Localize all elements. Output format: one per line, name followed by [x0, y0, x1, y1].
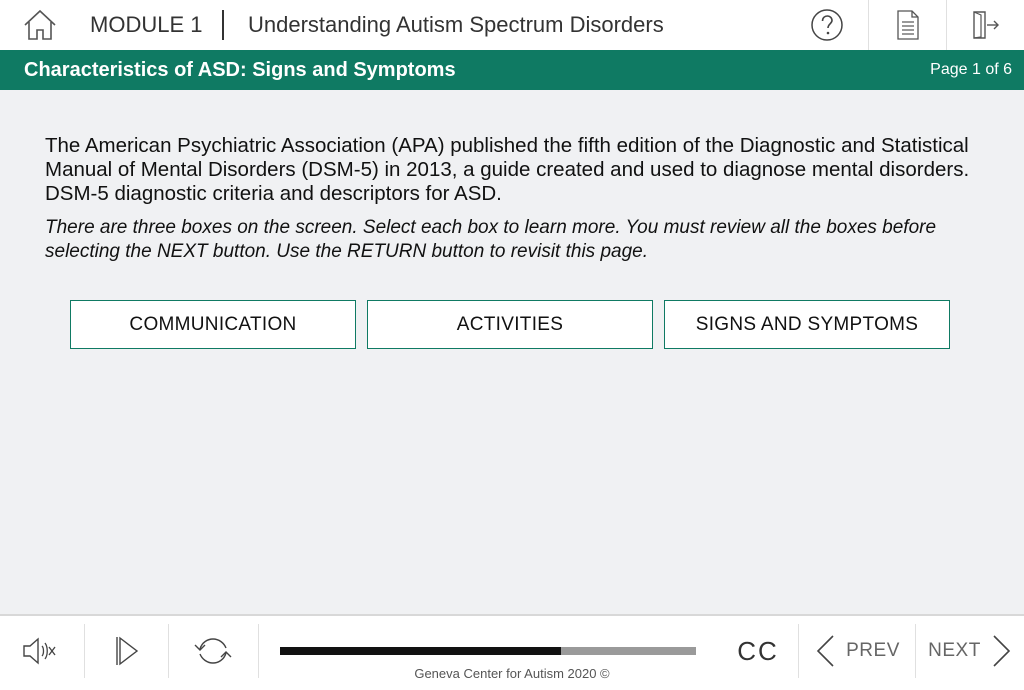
instructions-text: There are three boxes on the screen. Sel… [45, 217, 937, 262]
communication-box-button[interactable]: COMMUNICATION [70, 300, 356, 349]
intro-text: The American Psychiatric Association (AP… [45, 134, 970, 205]
page-counter: Page 1 of 6 [930, 61, 1012, 78]
module-label: MODULE 1 [90, 12, 203, 37]
next-label: NEXT [928, 640, 981, 661]
section-header: Characteristics of ASD: Signs and Sympto… [0, 50, 1024, 90]
volume-icon [23, 637, 56, 665]
signs-and-symptoms-box-button[interactable]: SIGNS AND SYMPTOMS [664, 300, 950, 349]
progress-bar[interactable] [280, 647, 696, 655]
progress-fill [280, 647, 562, 655]
course-title: Understanding Autism Spectrum Disorders [248, 12, 664, 37]
top-bar: MODULE 1 Understanding Autism Spectrum D… [0, 0, 1024, 50]
section-title: Characteristics of ASD: Signs and Sympto… [24, 58, 456, 81]
title-divider [222, 10, 224, 40]
document-icon [896, 10, 919, 40]
help-icon [811, 9, 843, 41]
replay-icon [194, 638, 232, 664]
home-icon [24, 9, 56, 40]
bottom-bar: CC PREV NEXT Geneva Center for Autism 20… [0, 614, 1024, 690]
content-area: The American Psychiatric Association (AP… [45, 134, 985, 264]
help-button[interactable] [786, 0, 868, 50]
copyright-text: Geneva Center for Autism 2020 © [414, 666, 610, 681]
prev-label: PREV [846, 640, 900, 661]
exit-icon [972, 11, 999, 39]
topic-boxes: COMMUNICATION ACTIVITIES SIGNS AND SYMPT… [70, 300, 950, 349]
home-button[interactable] [0, 0, 80, 50]
chevron-left-icon [816, 635, 834, 667]
activities-box-button[interactable]: ACTIVITIES [367, 300, 653, 349]
exit-button[interactable] [946, 0, 1024, 50]
chevron-right-icon [993, 635, 1010, 667]
play-icon [116, 636, 139, 666]
resources-button[interactable] [868, 0, 946, 50]
